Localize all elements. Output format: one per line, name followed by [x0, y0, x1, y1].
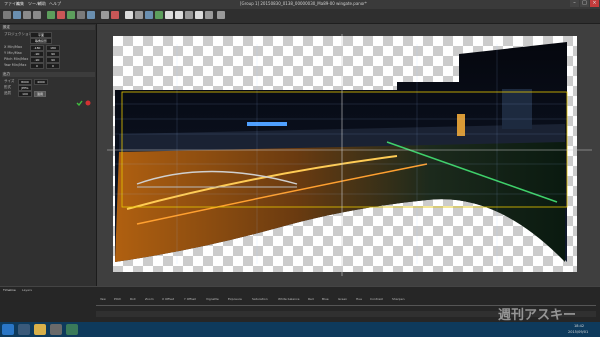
output-quality-field[interactable]: 100 — [18, 91, 32, 97]
panel-header-settings[interactable]: 設定 — [2, 25, 95, 30]
timeline-label-saturation: Saturation — [252, 297, 268, 301]
settings-panel: 設定 プロジェクション 平面 等角投影 X Min/Max -180 180 Y… — [0, 24, 97, 286]
output-quality-label: 品質 — [4, 91, 11, 95]
pitch-range-label: Pitch Min/Max — [4, 57, 29, 61]
timeline-label-roll: Roll — [130, 297, 136, 301]
minimize-button[interactable]: – — [570, 0, 579, 7]
timeline-label-sharpen: Sharpen — [392, 297, 405, 301]
toolbar — [0, 9, 600, 24]
image-icon[interactable] — [175, 11, 183, 19]
x-range-label: X Min/Max — [4, 45, 23, 49]
output-height-field[interactable]: 4000 — [34, 79, 48, 85]
taskbar-app-ie[interactable] — [18, 324, 30, 335]
preview-canvas[interactable] — [97, 24, 600, 286]
rec-icon[interactable] — [111, 11, 119, 19]
yaw-min-field[interactable]: 0 — [30, 63, 44, 69]
panorama-preview[interactable] — [97, 24, 600, 286]
undo-icon[interactable] — [23, 11, 31, 19]
timeline-label-zoom: Zoom — [145, 297, 154, 301]
gear-icon[interactable] — [195, 11, 203, 19]
timeline-label-xoffset: X Offset — [162, 297, 175, 301]
menu-item-help[interactable]: ヘルプ — [49, 1, 61, 7]
compare-icon[interactable] — [165, 11, 173, 19]
menu-bar: ファイル 編集 ツール 補助 ヘルプ [Group 1] 20150830_01… — [0, 0, 600, 9]
rotate-icon[interactable] — [57, 11, 65, 19]
start-button[interactable] — [2, 324, 14, 335]
fit-icon[interactable] — [101, 11, 109, 19]
output-format-label: 形式 — [4, 85, 11, 89]
timeline-label-hue: Hue — [356, 297, 363, 301]
zoom-icon[interactable] — [77, 11, 85, 19]
city-lights — [247, 122, 287, 126]
clock-time: 18:42 — [574, 324, 585, 328]
output-size-label: サイズ — [4, 79, 15, 83]
menu-item-edit[interactable]: 編集 — [16, 1, 24, 7]
redo-icon[interactable] — [33, 11, 41, 19]
timeline-label-exposure: Exposure — [228, 297, 242, 301]
tab-layers[interactable]: Layers — [22, 288, 32, 292]
maximize-button[interactable]: □ — [580, 0, 589, 7]
tab-timeline[interactable]: Timeline — [3, 288, 16, 292]
timeline-label-yaw: Yaw — [100, 297, 106, 301]
horizon-icon[interactable] — [135, 11, 143, 19]
building — [502, 89, 532, 129]
clock-date: 2015/09/01 — [568, 330, 589, 334]
timeline-label-vignette: Vignette — [206, 297, 219, 301]
panel-header-output[interactable]: 出力 — [2, 72, 95, 77]
compass-icon[interactable] — [125, 11, 133, 19]
cancel-icon[interactable] — [85, 100, 91, 106]
wrench-icon[interactable] — [205, 11, 213, 19]
waterfront-ground — [115, 142, 565, 262]
move-icon[interactable] — [47, 11, 55, 19]
yaw-range-label: Yaw Min/Max — [4, 63, 27, 67]
check-icon[interactable] — [76, 100, 83, 106]
menu-item-aux[interactable]: 補助 — [38, 1, 46, 7]
window-title: [Group 1] 20150830_0138_00000030_Ma89-00… — [240, 1, 367, 6]
taskbar-app-panorama[interactable] — [50, 324, 62, 335]
open-icon[interactable] — [13, 11, 21, 19]
timeline-label-yoffset: Y Offset — [184, 297, 196, 301]
timeline-label-pitch: Pitch — [114, 297, 122, 301]
confirm-buttons — [76, 100, 91, 106]
settings-icon[interactable] — [185, 11, 193, 19]
projection-label: プロジェクション — [4, 32, 32, 36]
taskbar-app-explorer[interactable] — [34, 324, 46, 335]
tower — [457, 114, 465, 136]
crop-icon[interactable] — [67, 11, 75, 19]
apply-button[interactable]: 適用 — [34, 91, 46, 97]
timeline-label-red: Red — [308, 297, 314, 301]
new-icon[interactable] — [3, 11, 11, 19]
close-button[interactable]: × — [590, 0, 599, 7]
grid-icon[interactable] — [87, 11, 95, 19]
info-icon[interactable] — [217, 11, 225, 19]
taskbar-app-other[interactable] — [66, 324, 78, 335]
timeline-label-contrast: Contrast — [370, 297, 383, 301]
view-icon[interactable] — [145, 11, 153, 19]
subprojection-select[interactable]: 等角投影 — [30, 38, 52, 44]
watermark-logo: 週刊アスキー — [497, 308, 576, 323]
taskbar: 18:42 2015/09/01 — [0, 322, 600, 337]
refresh-icon[interactable] — [155, 11, 163, 19]
yaw-max-field[interactable]: 0 — [46, 63, 60, 69]
timeline-label-green: Green — [338, 297, 348, 301]
timeline-label-blue: Blue — [322, 297, 329, 301]
timeline-label-whitebalance: White balance — [278, 297, 300, 301]
y-range-label: Y Min/Max — [4, 51, 22, 55]
